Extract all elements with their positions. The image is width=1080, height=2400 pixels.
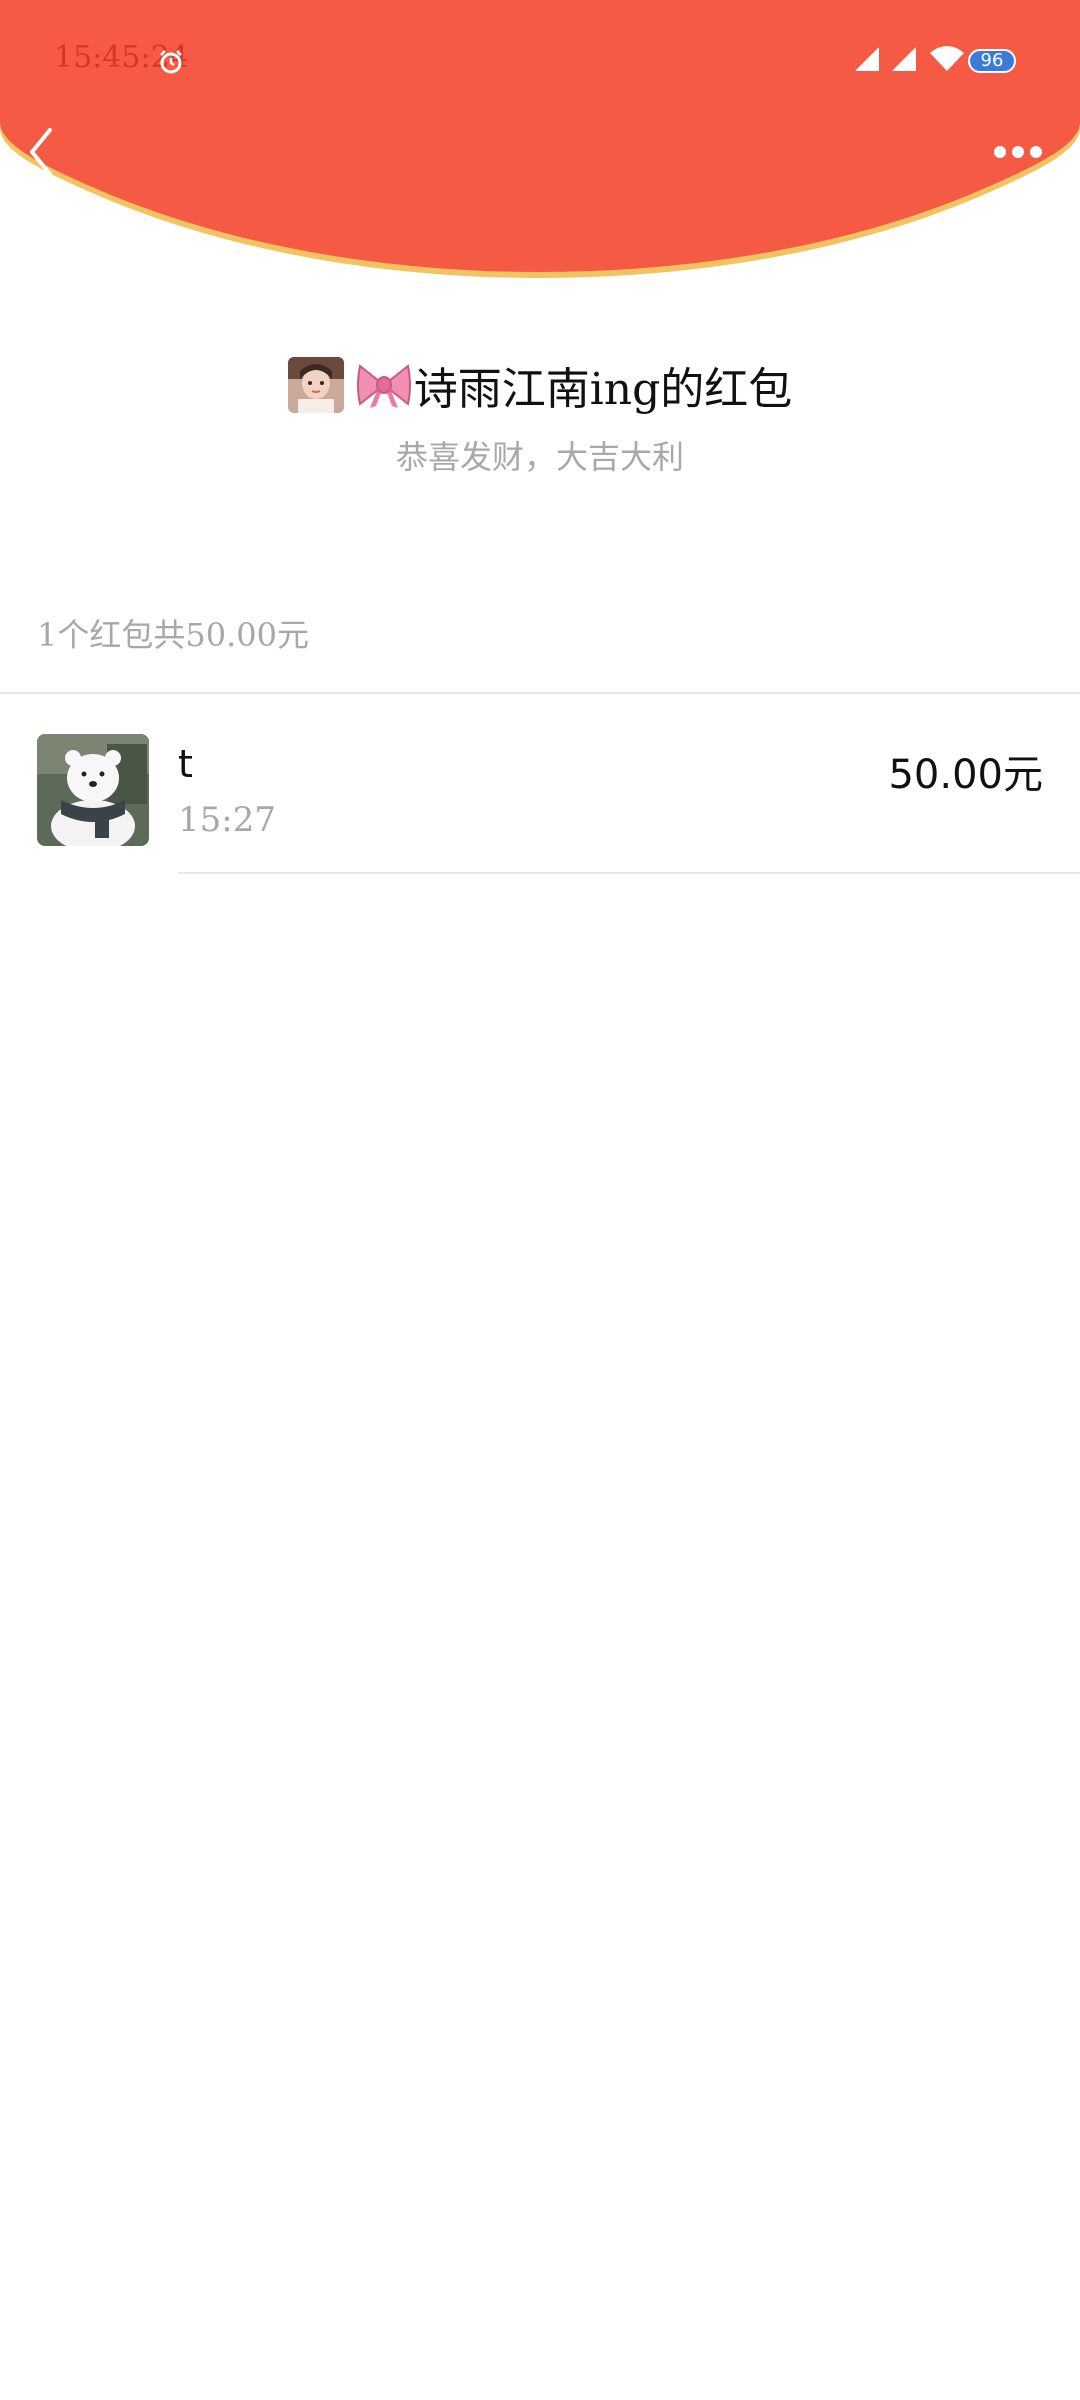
more-dots-icon (994, 146, 1042, 158)
avatar-image (287, 357, 344, 413)
alarm-icon (160, 50, 182, 74)
back-button[interactable] (18, 122, 66, 182)
divider (178, 872, 1080, 874)
chevron-left-icon (30, 128, 52, 176)
receive-time: 15:27 (178, 800, 276, 840)
avatar-image (37, 734, 149, 846)
battery-indicator: 96 (968, 49, 1016, 73)
avatar[interactable] (37, 734, 149, 846)
packet-summary: 1个红包共50.00元 (37, 616, 309, 654)
more-button[interactable] (986, 132, 1080, 172)
signal-icon (892, 47, 916, 71)
receive-amount: 50.00元 (888, 752, 1043, 798)
sender-title: 诗雨江南ing的红包 (413, 364, 793, 415)
sender-avatar[interactable] (287, 357, 344, 413)
greeting-message: 恭喜发财，大吉大利 (395, 438, 684, 476)
signal-icon (855, 47, 879, 71)
sender-info: 诗雨江南ing的红包 (0, 352, 1080, 418)
red-packet-detail-page: 15:45:24 96 诗雨江南ing的红包 恭喜发财，大吉大利 1个红包共50… (0, 0, 1080, 2400)
bow-icon (356, 364, 411, 408)
wifi-icon (930, 46, 964, 71)
receiver-name: t (178, 742, 193, 786)
list-item[interactable]: t 15:27 50.00元 (0, 694, 1080, 874)
